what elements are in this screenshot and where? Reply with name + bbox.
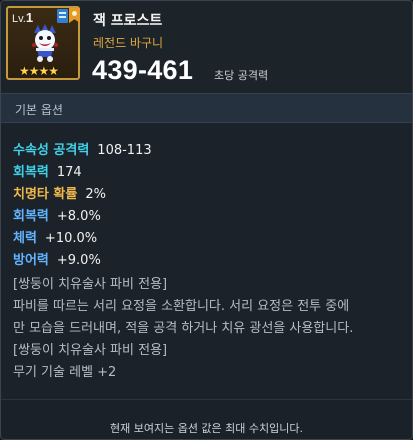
option-row: 방어력 +9.0% xyxy=(13,249,101,268)
level-value: 1 xyxy=(25,10,34,25)
description-line: 파비를 따르는 서리 요정을 소환합니다. 서리 요정은 전투 중에 xyxy=(13,299,350,314)
item-grade: 레전드 바구니 xyxy=(93,36,164,50)
option-value: +10.0% xyxy=(44,231,98,246)
item-tooltip: Lv.1 ★★★★ 잭 프로스트 레전드 바구니 439-461 초당 공격력 xyxy=(0,0,413,440)
option-label: 치명타 확률 xyxy=(13,187,78,202)
section-header: 기본 옵션 xyxy=(1,93,412,123)
option-label: 수속성 공격력 xyxy=(13,143,90,158)
description-line: 무기 기술 레벨 +2 xyxy=(13,365,117,380)
item-header: Lv.1 ★★★★ 잭 프로스트 레전드 바구니 439-461 초당 공격력 xyxy=(1,1,412,93)
option-row: 수속성 공격력 108-113 xyxy=(13,139,152,158)
description-line: [쌍둥이 치유술사 파비 전용] xyxy=(13,277,168,292)
option-label: 방어력 xyxy=(13,253,49,268)
option-label: 회복력 xyxy=(13,165,49,180)
item-name: 잭 프로스트 xyxy=(93,13,163,29)
option-label: 회복력 xyxy=(13,209,49,224)
option-value: +9.0% xyxy=(56,253,101,268)
attack-label: 초당 공격력 xyxy=(214,69,269,82)
description-line: [쌍둥이 치유술사 파비 전용] xyxy=(13,343,168,358)
option-label: 체력 xyxy=(13,231,37,246)
item-icon-frame[interactable]: Lv.1 ★★★★ xyxy=(6,6,80,80)
options-panel: 수속성 공격력 108-113 회복력 174 치명타 확률 2% 회복력 +8.0% … xyxy=(1,123,412,399)
item-level: Lv.1 xyxy=(12,10,33,25)
option-value: 108-113 xyxy=(97,143,152,158)
option-value: 174 xyxy=(56,165,82,180)
attack-range: 439-461 xyxy=(92,55,194,85)
section-title: 기본 옵션 xyxy=(15,103,63,117)
description-line: 만 모습을 드러내며, 적을 공격 하거나 치유 광선을 사용합니다. xyxy=(13,321,354,336)
level-prefix: Lv. xyxy=(12,13,26,25)
footer-note: 현재 보여지는 옵션 값은 최대 수치입니다. xyxy=(109,422,304,435)
ribbon-badge-icon xyxy=(69,8,80,23)
book-badge-icon xyxy=(57,9,68,23)
footer: 현재 보여지는 옵션 값은 최대 수치입니다. xyxy=(1,399,412,439)
option-value: +8.0% xyxy=(56,209,101,224)
option-value: 2% xyxy=(85,187,106,202)
option-row: 치명타 확률 2% xyxy=(13,183,106,202)
option-row: 회복력 +8.0% xyxy=(13,205,101,224)
star-rating: ★★★★ xyxy=(19,64,59,78)
jack-frost-character-icon xyxy=(32,24,58,62)
option-row: 회복력 174 xyxy=(13,161,82,180)
option-row: 체력 +10.0% xyxy=(13,227,97,246)
